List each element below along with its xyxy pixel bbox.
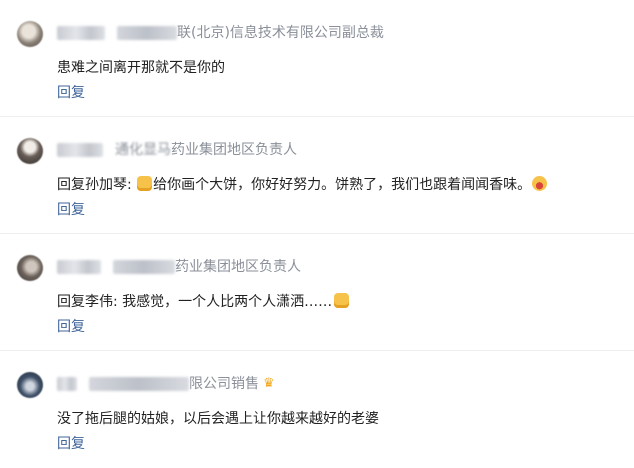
avatar[interactable] [17, 255, 43, 281]
user-name-blurred[interactable] [57, 143, 103, 157]
pie-emoji-icon [137, 176, 153, 191]
user-title-blurred [113, 260, 175, 274]
reply-button[interactable]: 回复 [57, 317, 85, 337]
comment-text: 没了拖后腿的姑娘，以后会遇上让你越来越好的老婆 [57, 411, 379, 427]
comment-body: 回复李伟: 我感觉，一个人比两个人潇洒…… [57, 294, 333, 310]
comment-body: 给你画个大饼，你好好努力。饼熟了，我们也跟着闻闻香味。 [153, 177, 532, 193]
reply-prefix: 回复孙加琴: [57, 177, 137, 193]
comment-header: 药业集团地区负责人 [57, 257, 301, 277]
reply-button[interactable]: 回复 [57, 434, 85, 454]
crown-icon: ♛ [263, 376, 275, 391]
comment-item: 通化显马 药业集团地区负责人 回复孙加琴: 给你画个大饼，你好好努力。饼熟了，我… [0, 117, 634, 234]
user-name-blurred[interactable] [57, 260, 101, 274]
grin-emoji-icon [532, 176, 548, 191]
reply-button[interactable]: 回复 [57, 83, 85, 103]
user-title-blurred [89, 377, 189, 391]
user-title: 药业集团地区负责人 [175, 259, 301, 275]
comment-item: 联(北京)信息技术有限公司副总裁 患难之间离开那就不是你的 回复 [0, 0, 634, 117]
user-title-blurred-part: 通化显马 [115, 142, 171, 158]
comment-header: 限公司销售 ♛ [57, 374, 275, 394]
comment-text: 回复孙加琴: 给你画个大饼，你好好努力。饼熟了，我们也跟着闻闻香味。 [57, 175, 548, 195]
pie-emoji-icon [334, 293, 350, 308]
user-title: 药业集团地区负责人 [171, 142, 297, 158]
user-title-blurred [117, 26, 177, 40]
comment-text: 回复李伟: 我感觉，一个人比两个人潇洒…… [57, 292, 350, 312]
comment-text: 患难之间离开那就不是你的 [57, 60, 225, 76]
user-name-blurred[interactable] [57, 377, 77, 391]
comment-header: 通化显马 药业集团地区负责人 [57, 140, 297, 160]
user-title: 联(北京)信息技术有限公司副总裁 [177, 25, 384, 41]
user-title: 限公司销售 [189, 376, 259, 392]
comment-list: 联(北京)信息技术有限公司副总裁 患难之间离开那就不是你的 回复 通化显马 药业… [0, 0, 634, 468]
avatar[interactable] [17, 21, 43, 47]
avatar[interactable] [17, 138, 43, 164]
avatar[interactable] [17, 372, 43, 398]
reply-button[interactable]: 回复 [57, 200, 85, 220]
user-name-blurred[interactable] [57, 26, 105, 40]
comment-item: 药业集团地区负责人 回复李伟: 我感觉，一个人比两个人潇洒…… 回复 [0, 234, 634, 351]
comment-header: 联(北京)信息技术有限公司副总裁 [57, 23, 384, 43]
comment-item: 限公司销售 ♛ 没了拖后腿的姑娘，以后会遇上让你越来越好的老婆 回复 [0, 351, 634, 468]
